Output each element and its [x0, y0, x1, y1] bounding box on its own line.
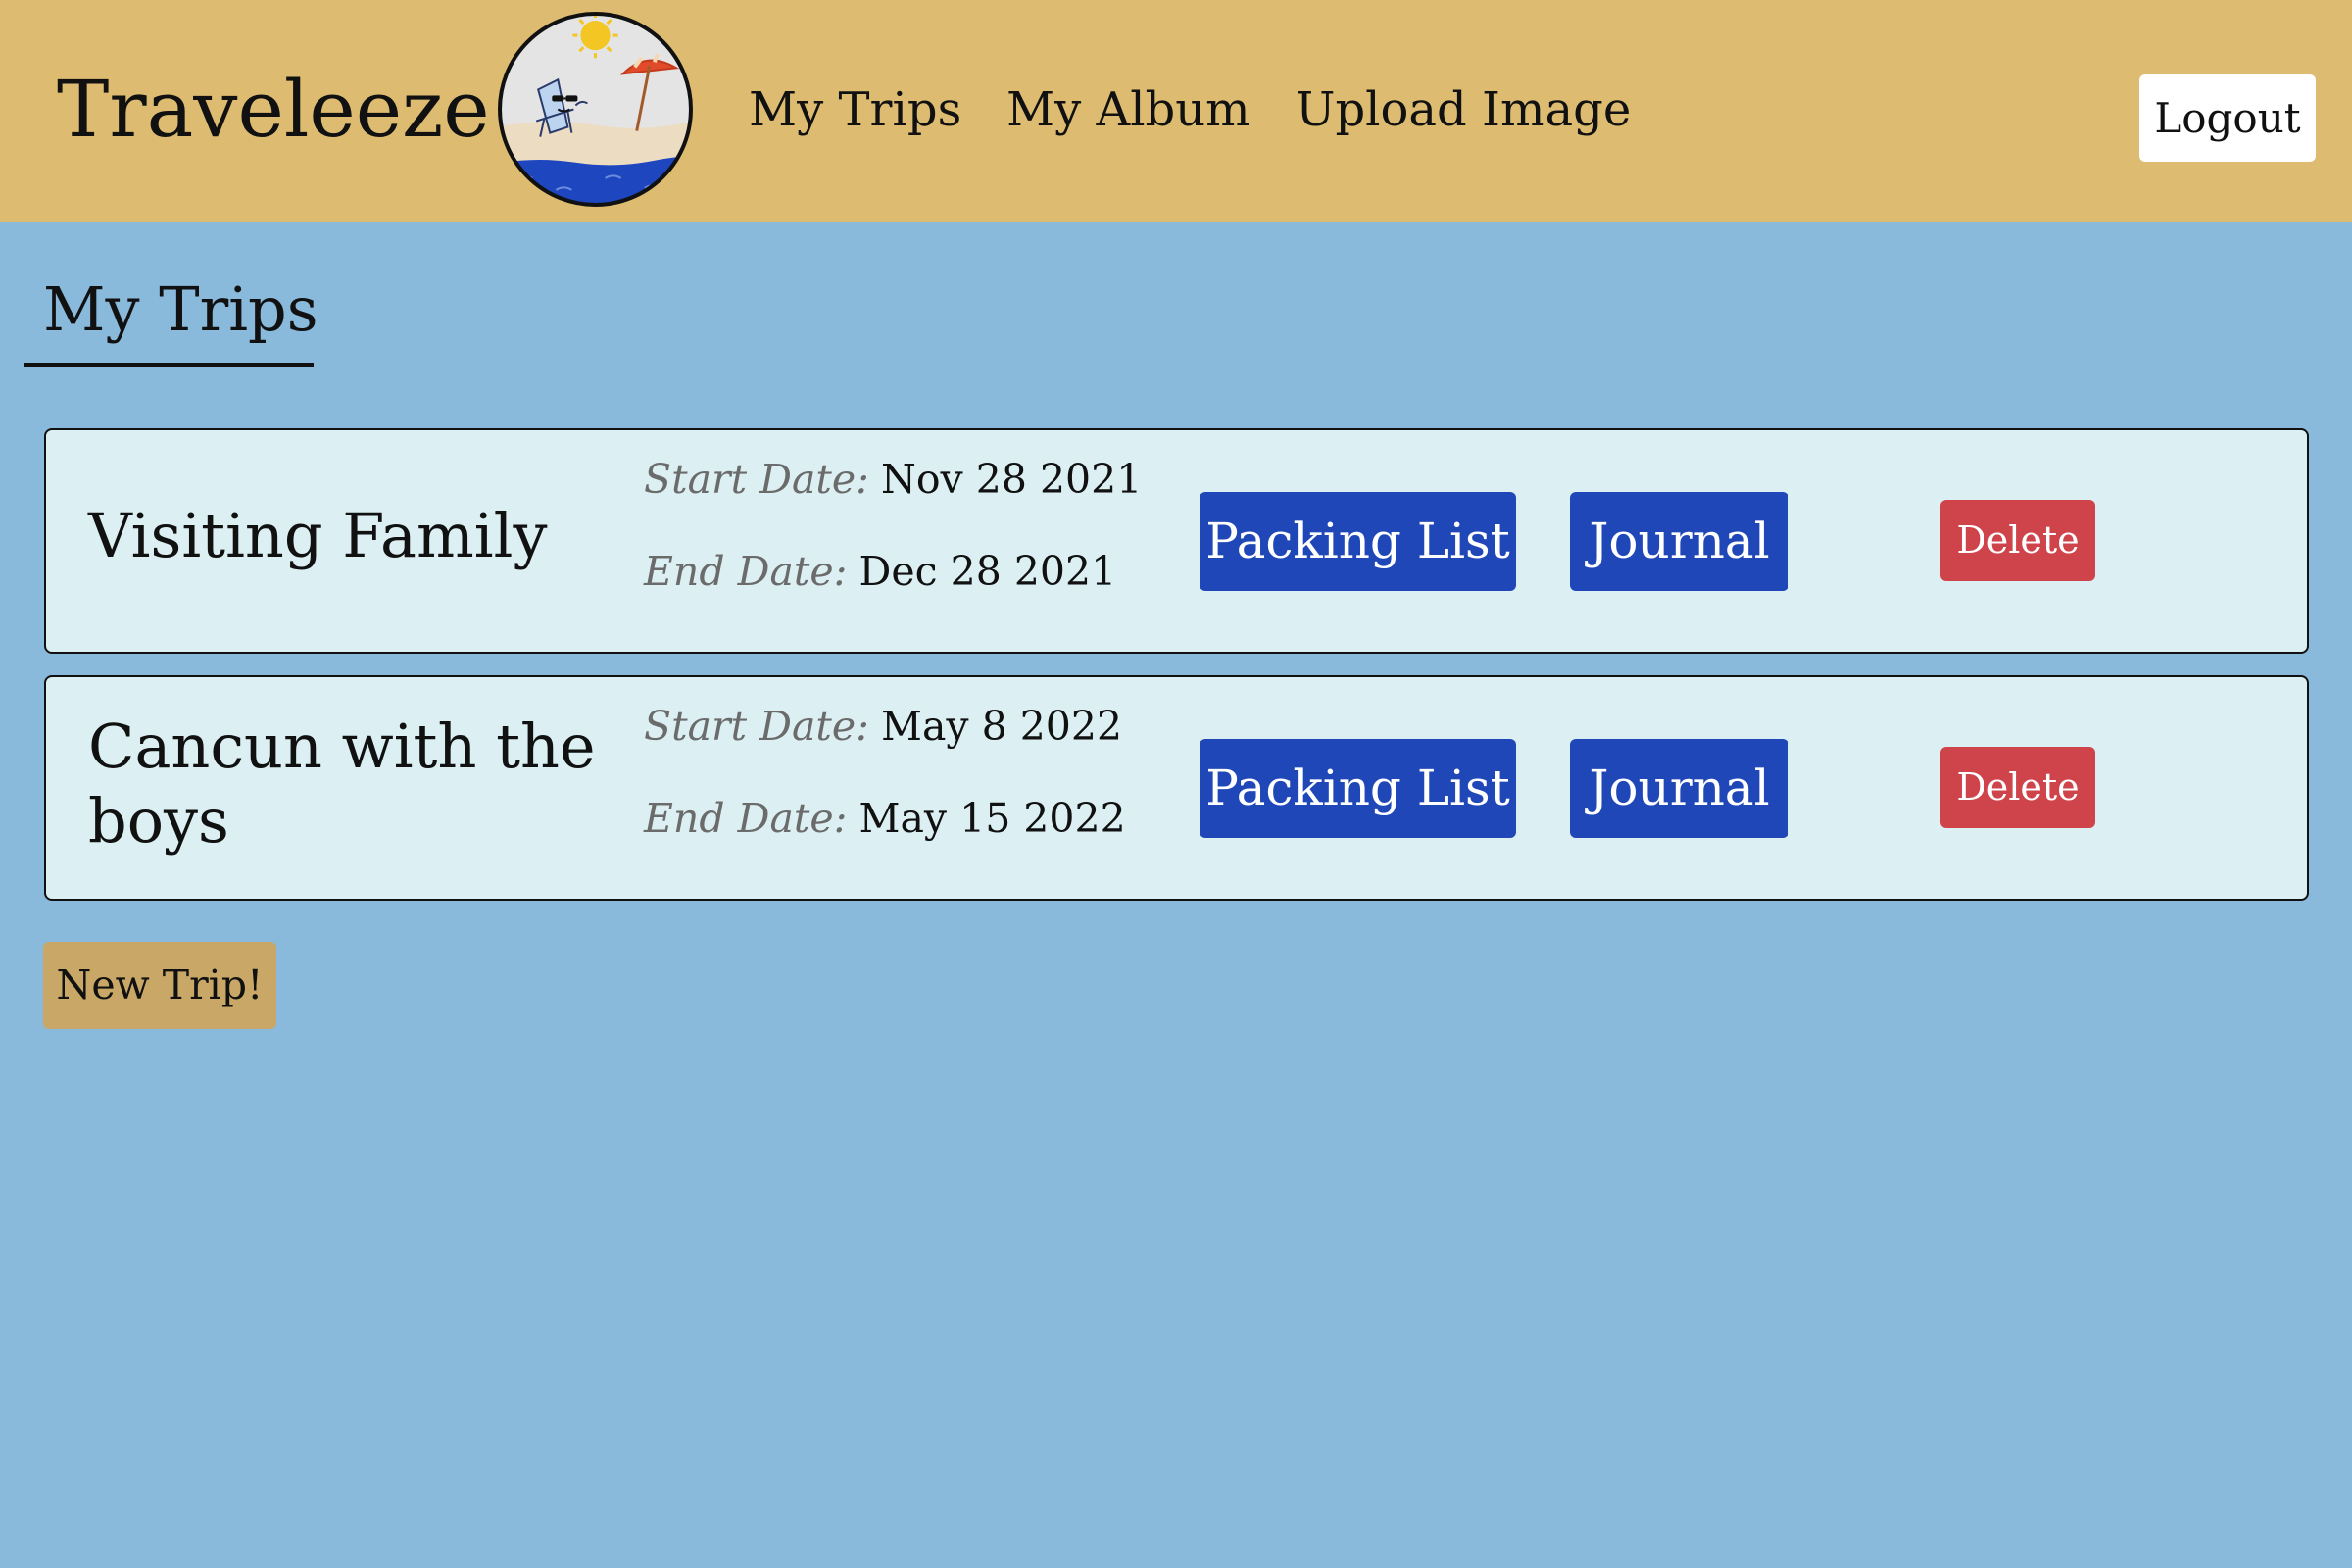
start-date-value: Nov 28 2021 — [880, 456, 1143, 503]
beach-logo-icon[interactable] — [497, 11, 694, 208]
end-date-value: May 15 2022 — [858, 795, 1126, 842]
title-underline — [24, 363, 314, 367]
packing-list-button[interactable]: Packing List — [1200, 739, 1516, 838]
end-date-value: Dec 28 2021 — [858, 548, 1117, 595]
trip-name: Cancun with the boys — [88, 710, 596, 857]
nav-my-album[interactable]: My Album — [1006, 78, 1250, 141]
trip-name: Visiting Family — [88, 500, 548, 571]
delete-button[interactable]: Delete — [1940, 500, 2095, 581]
nav-my-trips[interactable]: My Trips — [749, 78, 961, 141]
start-date-row: Start Date: May 8 2022 — [644, 702, 1122, 751]
trip-card: Cancun with the boys Start Date: May 8 20… — [44, 675, 2309, 901]
start-date-label: Start Date: — [644, 703, 869, 750]
brand-title[interactable]: Traveleeze — [57, 61, 490, 159]
logout-button[interactable]: Logout — [2139, 74, 2316, 162]
start-date-row: Start Date: Nov 28 2021 — [644, 455, 1142, 504]
packing-list-button[interactable]: Packing List — [1200, 492, 1516, 591]
end-date-label: End Date: — [644, 548, 848, 595]
page-title: My Trips — [43, 273, 318, 345]
end-date-row: End Date: Dec 28 2021 — [644, 547, 1116, 596]
trip-card: Visiting Family Start Date: Nov 28 2021 E… — [44, 428, 2309, 654]
end-date-label: End Date: — [644, 795, 848, 842]
end-date-row: End Date: May 15 2022 — [644, 794, 1126, 843]
nav-upload-image[interactable]: Upload Image — [1296, 78, 1631, 141]
journal-button[interactable]: Journal — [1570, 492, 1788, 591]
navbar: Traveleeze My Trips My Album Upload Imag… — [0, 0, 2352, 222]
new-trip-button[interactable]: New Trip! — [43, 942, 276, 1029]
start-date-label: Start Date: — [644, 456, 869, 503]
start-date-value: May 8 2022 — [880, 703, 1123, 750]
journal-button[interactable]: Journal — [1570, 739, 1788, 838]
delete-button[interactable]: Delete — [1940, 747, 2095, 828]
